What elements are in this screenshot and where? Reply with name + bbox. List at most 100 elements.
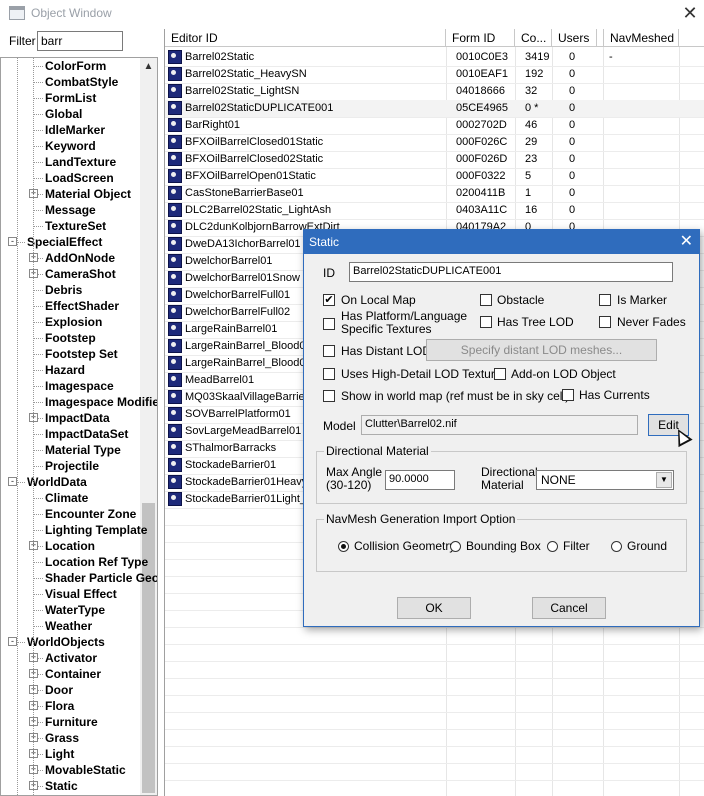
bounding-box-radio[interactable]: [450, 541, 461, 552]
tree-item[interactable]: ColorForm: [45, 58, 106, 74]
tree-item[interactable]: Material Type: [45, 442, 121, 458]
tree-item[interactable]: WorldData: [27, 474, 87, 490]
id-label: ID: [323, 266, 335, 280]
tree-guide-line: [33, 58, 34, 795]
static-object-icon: [168, 254, 182, 268]
tree-item[interactable]: Explosion: [45, 314, 102, 330]
list-row[interactable]: BFXOilBarrelOpen01Static 000F0322 5 0: [165, 168, 704, 185]
tree-item[interactable]: Static: [45, 778, 78, 794]
list-row[interactable]: CasStoneBarrierBase01 0200411B 1 0: [165, 185, 704, 202]
tree-item[interactable]: ImpactDataSet: [45, 426, 128, 442]
tree-item[interactable]: Footstep: [45, 330, 96, 346]
column-navmeshed[interactable]: NavMeshed: [603, 29, 679, 47]
column-users[interactable]: Users: [552, 29, 597, 47]
directional-material-select[interactable]: NONE ▼: [536, 470, 674, 490]
high-detail-lod-checkbox[interactable]: [323, 368, 335, 380]
tree-item[interactable]: Global: [45, 106, 82, 122]
tree-item[interactable]: Furniture: [45, 714, 98, 730]
ground-radio[interactable]: [611, 541, 622, 552]
ok-button[interactable]: OK: [397, 597, 471, 619]
tree-item[interactable]: Lighting Template: [45, 522, 147, 538]
tree-item[interactable]: Climate: [45, 490, 88, 506]
addon-lod-object-checkbox[interactable]: [494, 368, 506, 380]
collapse-minus-icon[interactable]: -: [8, 477, 17, 486]
tree-scroll-thumb[interactable]: [142, 503, 155, 793]
tree-item[interactable]: ImpactData: [45, 410, 110, 426]
max-angle-field[interactable]: 90.0000: [385, 470, 455, 490]
dialog-close-icon[interactable]: ✕: [680, 231, 693, 253]
has-tree-lod-checkbox[interactable]: [480, 316, 492, 328]
collapse-minus-icon[interactable]: -: [8, 237, 17, 246]
tree-item[interactable]: Flora: [45, 698, 74, 714]
column-editor-id[interactable]: Editor ID: [165, 29, 446, 47]
tree-item[interactable]: Keyword: [45, 138, 96, 154]
has-currents-checkbox[interactable]: [562, 389, 574, 401]
tree-item[interactable]: AddOnNode: [45, 250, 115, 266]
list-row[interactable]: DLC2Barrel02Static_LightAsh 0403A11C 16 0: [165, 202, 704, 219]
tree-item[interactable]: Message: [45, 202, 96, 218]
tree-item[interactable]: Imagespace Modifier: [45, 394, 157, 410]
users-cell: 0: [569, 85, 576, 97]
category-tree[interactable]: ▲ ColorForm CombatStyle FormList Global Idle…: [0, 57, 158, 796]
chevron-down-icon[interactable]: ▼: [656, 472, 672, 488]
list-row[interactable]: Barrel02Static 0010C0E3 3419 0 -: [165, 49, 704, 66]
on-local-map-checkbox[interactable]: ✔: [323, 294, 335, 306]
tree-item[interactable]: Debris: [45, 282, 82, 298]
tree-item[interactable]: Activator: [45, 650, 97, 666]
list-row[interactable]: BFXOilBarrelClosed02Static 000F026D 23 0: [165, 151, 704, 168]
obstacle-checkbox[interactable]: [480, 294, 492, 306]
tree-item[interactable]: Door: [45, 682, 73, 698]
has-platform-textures-checkbox[interactable]: [323, 318, 335, 330]
filter-radio[interactable]: [547, 541, 558, 552]
tree-item[interactable]: Projectile: [45, 458, 99, 474]
list-row[interactable]: Barrel02StaticDUPLICATE001 05CE4965 0 * 0: [165, 100, 704, 117]
collapse-minus-icon[interactable]: -: [8, 637, 17, 646]
list-row[interactable]: Barrel02Static_HeavySN 0010EAF1 192 0: [165, 66, 704, 83]
tree-item[interactable]: Hazard: [45, 362, 85, 378]
id-field[interactable]: Barrel02StaticDUPLICATE001: [349, 262, 673, 282]
tree-item[interactable]: Visual Effect: [45, 586, 117, 602]
tree-item[interactable]: CameraShot: [45, 266, 116, 282]
never-fades-checkbox[interactable]: [599, 316, 611, 328]
tree-item[interactable]: Location: [45, 538, 95, 554]
tree-guide-line: [33, 466, 43, 467]
collision-geometry-radio[interactable]: [338, 541, 349, 552]
tree-item[interactable]: Location Ref Type: [45, 554, 148, 570]
tree-item[interactable]: LoadScreen: [45, 170, 114, 186]
tree-item[interactable]: FormList: [45, 90, 96, 106]
tree-item[interactable]: TextureSet: [45, 218, 106, 234]
tree-item[interactable]: EffectShader: [45, 298, 119, 314]
tree-item[interactable]: MovableStatic: [45, 762, 126, 778]
tree-item[interactable]: Encounter Zone: [45, 506, 136, 522]
tree-item[interactable]: Grass: [45, 730, 79, 746]
tree-item[interactable]: IdleMarker: [45, 122, 105, 138]
tree-item[interactable]: Shader Particle Geometry: [45, 570, 157, 586]
tree-item[interactable]: CombatStyle: [45, 74, 118, 90]
scroll-up-arrow-icon[interactable]: ▲: [140, 58, 157, 75]
tree-item[interactable]: LandTexture: [45, 154, 116, 170]
filter-input[interactable]: barr: [37, 31, 123, 51]
tree-item[interactable]: Container: [45, 666, 101, 682]
tree-item[interactable]: Imagespace: [45, 378, 114, 394]
specify-distant-lod-button[interactable]: Specify distant LOD meshes...: [426, 339, 657, 361]
cancel-button[interactable]: Cancel: [532, 597, 606, 619]
column-count[interactable]: Co...: [515, 29, 552, 47]
tree-item[interactable]: Light: [45, 746, 74, 762]
tree-scrollbar[interactable]: ▲: [140, 58, 157, 795]
list-row[interactable]: BarRight01 0002702D 46 0: [165, 117, 704, 134]
has-distant-lod-checkbox[interactable]: [323, 345, 335, 357]
tree-item[interactable]: SpecialEffect: [27, 234, 102, 250]
show-in-world-map-checkbox[interactable]: [323, 390, 335, 402]
tree-guide-line: [33, 610, 43, 611]
static-object-icon: [168, 407, 182, 421]
tree-item[interactable]: Footstep Set: [45, 346, 118, 362]
is-marker-checkbox[interactable]: [599, 294, 611, 306]
list-row[interactable]: Barrel02Static_LightSN 04018666 32 0: [165, 83, 704, 100]
window-close-icon[interactable]: ✕: [678, 2, 702, 24]
list-row[interactable]: BFXOilBarrelClosed01Static 000F026C 29 0: [165, 134, 704, 151]
column-form-id[interactable]: Form ID: [446, 29, 515, 47]
tree-item[interactable]: WorldObjects: [27, 634, 105, 650]
tree-item[interactable]: Weather: [45, 618, 92, 634]
tree-item[interactable]: WaterType: [45, 602, 105, 618]
tree-item[interactable]: Material Object: [45, 186, 131, 202]
